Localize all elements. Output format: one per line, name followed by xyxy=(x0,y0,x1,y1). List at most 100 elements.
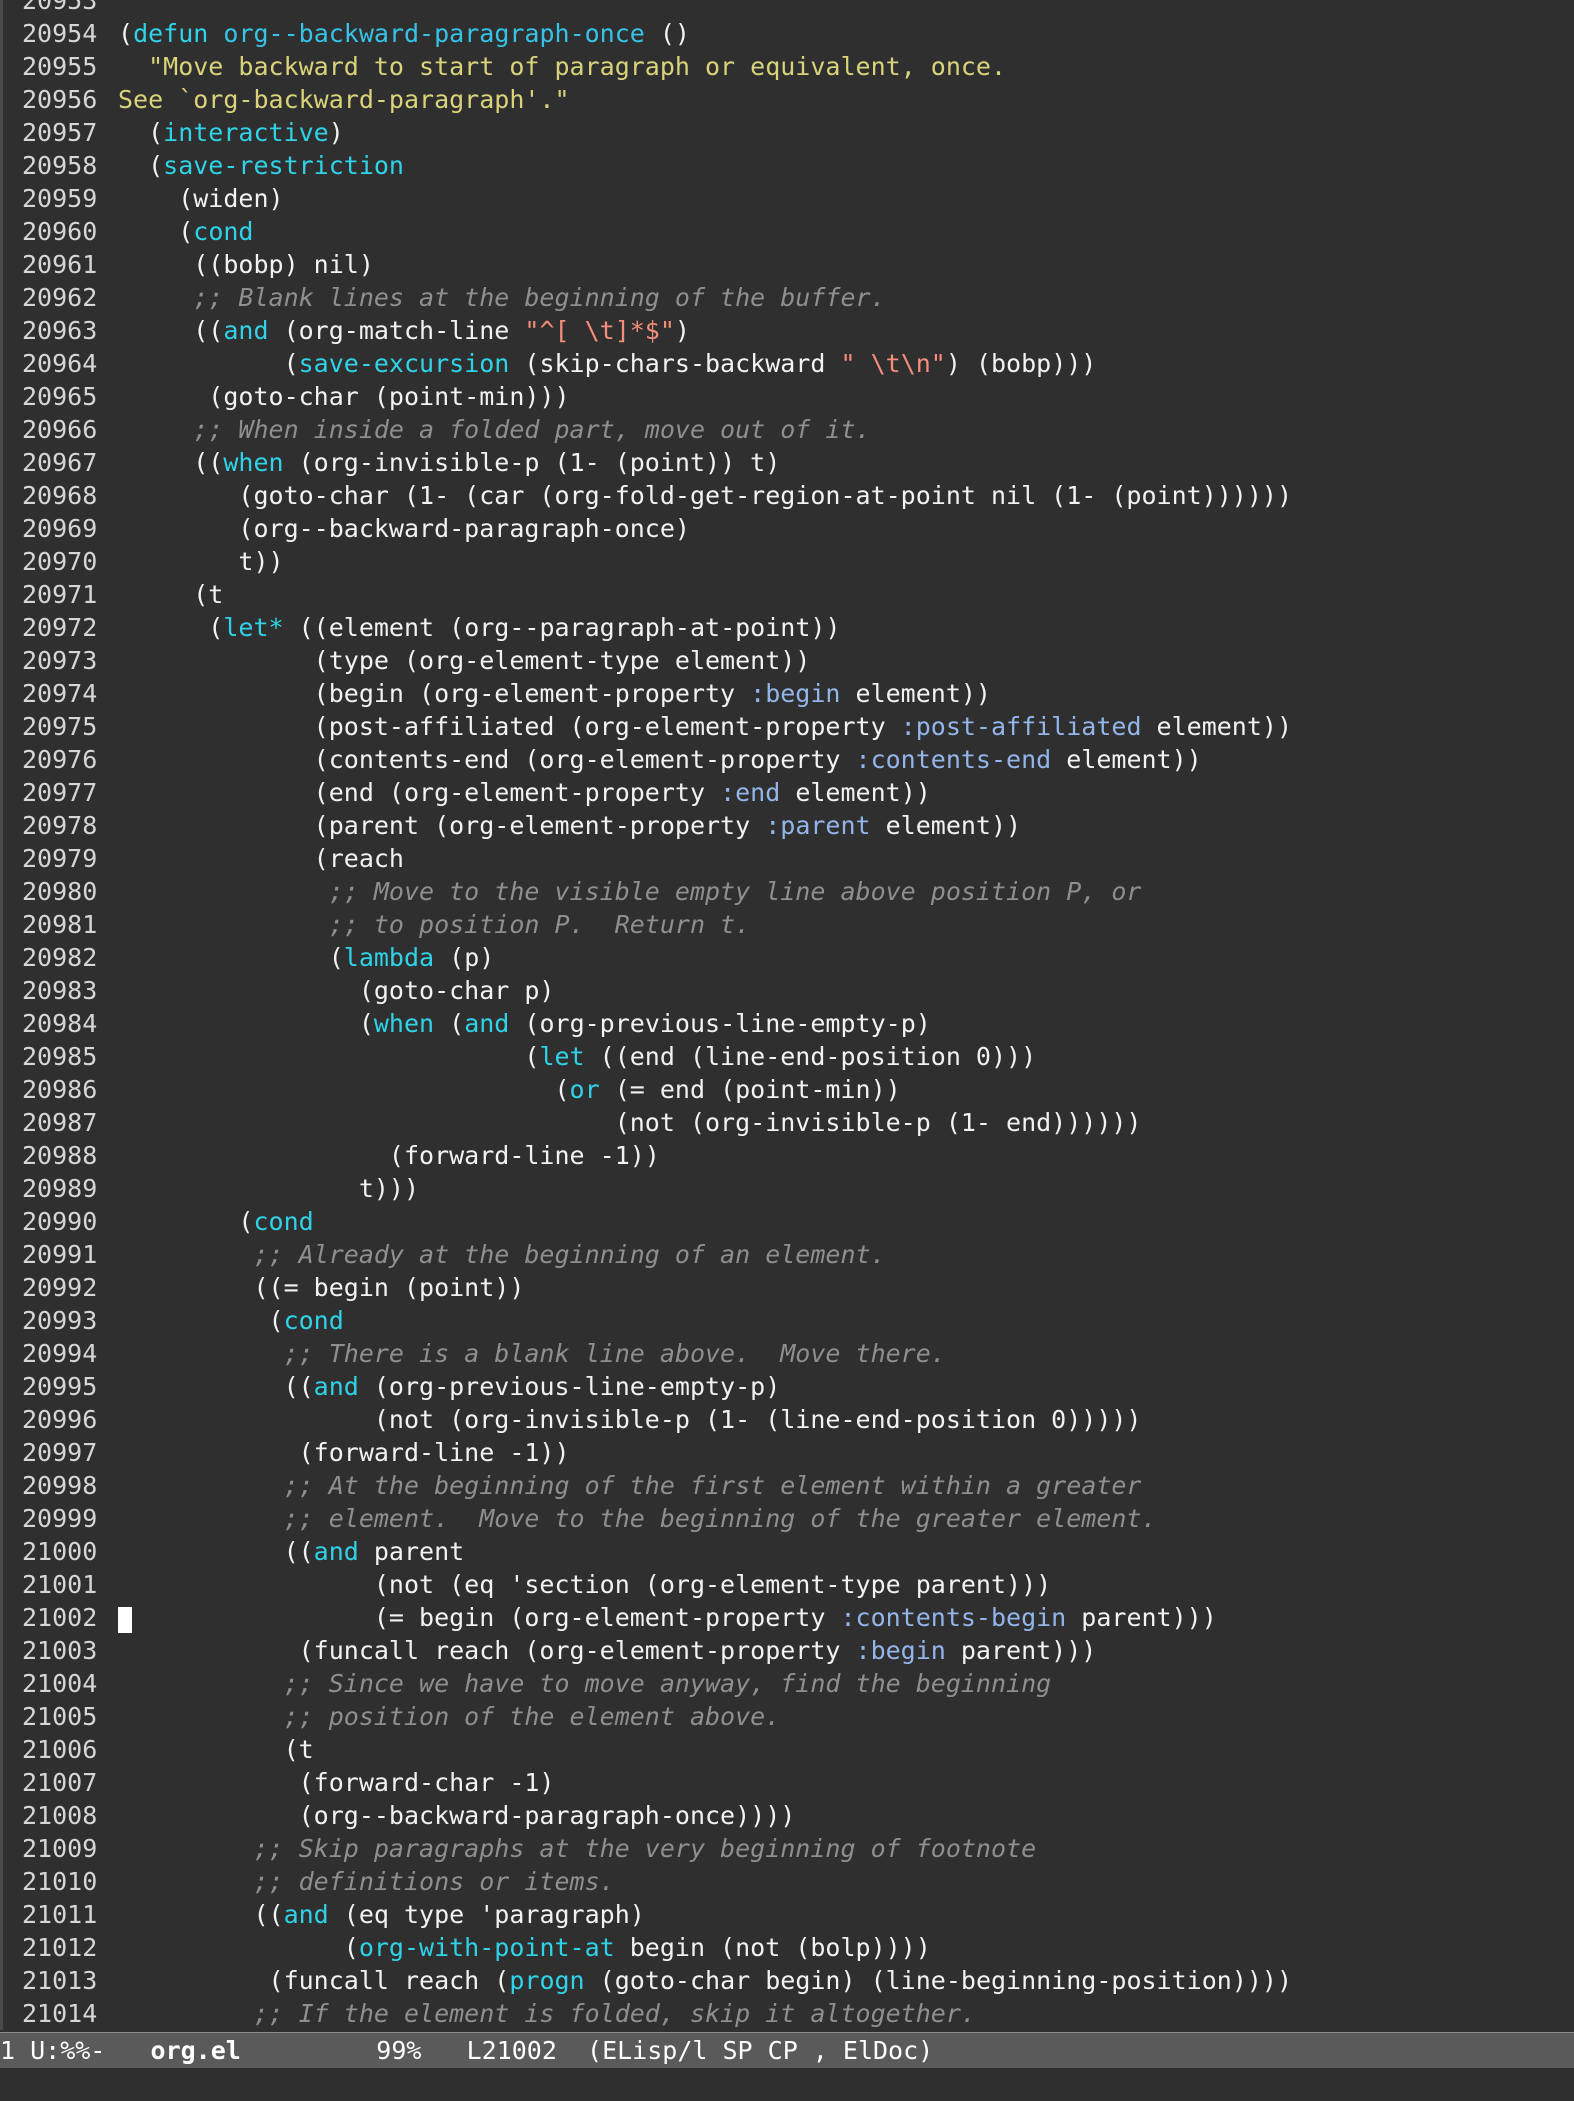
code-line[interactable]: 20986 (or (= end (point-min)) xyxy=(0,1073,1574,1106)
code-editor[interactable]: 20953 20954 (defun org--backward-paragraph… xyxy=(0,0,1574,2030)
code-line[interactable]: 20979 (reach xyxy=(0,842,1574,875)
code-line[interactable]: 21011 ((and (eq type 'paragraph) xyxy=(0,1898,1574,1931)
line-number: 21002 xyxy=(22,1603,98,1632)
code-line[interactable]: 20981 ;; to position P. Return t. xyxy=(0,908,1574,941)
code-line[interactable]: 20998 ;; At the beginning of the first e… xyxy=(0,1469,1574,1502)
code-token: ( xyxy=(118,613,224,642)
code-line[interactable]: 20953 xyxy=(0,0,1574,17)
code-line[interactable]: 20987 (not (org-invisible-p (1- end)))))… xyxy=(0,1106,1574,1139)
code-line[interactable]: 20965 (goto-char (point-min))) xyxy=(0,380,1574,413)
code-line[interactable]: 20954 (defun org--backward-paragraph-once… xyxy=(0,17,1574,50)
code-token: t))) xyxy=(118,1174,420,1203)
line-number: 21011 xyxy=(22,1900,98,1929)
code-token: (forward-line -1)) xyxy=(118,1141,660,1170)
code-line[interactable]: 20958 (save-restriction xyxy=(0,149,1574,182)
code-line[interactable]: 20997 (forward-line -1)) xyxy=(0,1436,1574,1469)
line-number: 20986 xyxy=(22,1075,98,1104)
code-line[interactable]: 20975 (post-affiliated (org-element-prop… xyxy=(0,710,1574,743)
code-token: :begin xyxy=(750,679,841,708)
line-code: See `org-backward-paragraph'." xyxy=(118,83,570,116)
code-line[interactable]: 20968 (goto-char (1- (car (org-fold-get-… xyxy=(0,479,1574,512)
code-line[interactable]: 21000 ((and parent xyxy=(0,1535,1574,1568)
code-line[interactable]: 20990 (cond xyxy=(0,1205,1574,1238)
code-line[interactable]: 21006 (t xyxy=(0,1733,1574,1766)
line-code: (reach xyxy=(118,842,404,875)
code-line[interactable]: 21012 (org-with-point-at begin (not (bol… xyxy=(0,1931,1574,1964)
code-line[interactable]: 20980 ;; Move to the visible empty line … xyxy=(0,875,1574,908)
code-line[interactable]: 20960 (cond xyxy=(0,215,1574,248)
code-token: "^[ \t]*$" xyxy=(524,316,675,345)
line-number: 20968 xyxy=(22,481,98,510)
code-token: element)) xyxy=(1051,745,1202,774)
code-line[interactable]: 20959 (widen) xyxy=(0,182,1574,215)
code-token: when xyxy=(373,1009,435,1038)
code-line[interactable]: 20957 (interactive) xyxy=(0,116,1574,149)
code-line[interactable]: 21005 ;; position of the element above. xyxy=(0,1700,1574,1733)
code-line[interactable]: 21002 (= begin (org-element-property :co… xyxy=(0,1601,1574,1634)
code-token: ;; There is a blank line above. Move the… xyxy=(118,1339,946,1368)
code-line[interactable]: 20967 ((when (org-invisible-p (1- (point… xyxy=(0,446,1574,479)
code-line[interactable]: 20989 t))) xyxy=(0,1172,1574,1205)
code-token: ( xyxy=(118,217,194,246)
code-token: (post-affiliated (org-element-property xyxy=(118,712,901,741)
code-line[interactable]: 21008 (org--backward-paragraph-once)))) xyxy=(0,1799,1574,1832)
code-line[interactable]: 20976 (contents-end (org-element-propert… xyxy=(0,743,1574,776)
code-line[interactable]: 20991 ;; Already at the beginning of an … xyxy=(0,1238,1574,1271)
code-line[interactable]: 20996 (not (org-invisible-p (1- (line-en… xyxy=(0,1403,1574,1436)
code-line[interactable]: 21010 ;; definitions or items. xyxy=(0,1865,1574,1898)
code-line[interactable]: 21013 (funcall reach (progn (goto-char b… xyxy=(0,1964,1574,1997)
code-line[interactable]: 20961 ((bobp) nil) xyxy=(0,248,1574,281)
line-code: t))) xyxy=(118,1172,419,1205)
code-line[interactable]: 21001 (not (eq 'section (org-element-typ… xyxy=(0,1568,1574,1601)
code-line[interactable]: 20963 ((and (org-match-line "^[ \t]*$") xyxy=(0,314,1574,347)
line-number: 20982 xyxy=(22,943,98,972)
code-line[interactable]: 20988 (forward-line -1)) xyxy=(0,1139,1574,1172)
code-line[interactable]: 20995 ((and (org-previous-line-empty-p) xyxy=(0,1370,1574,1403)
code-line[interactable]: 20955 "Move backward to start of paragra… xyxy=(0,50,1574,83)
code-line[interactable]: 20973 (type (org-element-type element)) xyxy=(0,644,1574,677)
code-line[interactable]: 21004 ;; Since we have to move anyway, f… xyxy=(0,1667,1574,1700)
line-number: 20955 xyxy=(22,52,98,81)
code-token: :end xyxy=(720,778,781,807)
code-line[interactable]: 20984 (when (and (org-previous-line-empt… xyxy=(0,1007,1574,1040)
code-line[interactable]: 20966 ;; When inside a folded part, move… xyxy=(0,413,1574,446)
code-line[interactable]: 20972 (let* ((element (org--paragraph-at… xyxy=(0,611,1574,644)
code-line[interactable]: 20992 ((= begin (point)) xyxy=(0,1271,1574,1304)
code-line[interactable]: 20999 ;; element. Move to the beginning … xyxy=(0,1502,1574,1535)
modeline-modes[interactable]: (ELisp/l SP CP , ElDoc) xyxy=(557,2036,933,2065)
code-token: (reach xyxy=(118,844,404,873)
code-line[interactable]: 21003 (funcall reach (org-element-proper… xyxy=(0,1634,1574,1667)
code-line[interactable]: 20983 (goto-char p) xyxy=(0,974,1574,1007)
code-token: ;; Blank lines at the beginning of the b… xyxy=(118,283,886,312)
code-line[interactable]: 20962 ;; Blank lines at the beginning of… xyxy=(0,281,1574,314)
line-number: 20959 xyxy=(22,184,98,213)
code-line[interactable]: 20956 See `org-backward-paragraph'." xyxy=(0,83,1574,116)
code-token: element)) xyxy=(840,679,991,708)
code-line[interactable]: 21014 ;; If the element is folded, skip … xyxy=(0,1997,1574,2030)
code-line[interactable]: 20978 (parent (org-element-property :par… xyxy=(0,809,1574,842)
code-token: ( xyxy=(118,1009,374,1038)
code-line[interactable]: 21009 ;; Skip paragraphs at the very beg… xyxy=(0,1832,1574,1865)
code-token: (goto-char (point-min))) xyxy=(118,382,570,411)
code-line[interactable]: 20971 (t xyxy=(0,578,1574,611)
code-token: let xyxy=(539,1042,585,1071)
code-token: element)) xyxy=(870,811,1022,840)
line-code: (end (org-element-property :end element)… xyxy=(118,776,931,809)
echo-area[interactable] xyxy=(0,2068,1574,2101)
code-line[interactable]: 20993 (cond xyxy=(0,1304,1574,1337)
code-line[interactable]: 20969 (org--backward-paragraph-once) xyxy=(0,512,1574,545)
line-number: 20958 xyxy=(22,151,98,180)
line-code: ;; Skip paragraphs at the very beginning… xyxy=(118,1832,1036,1865)
code-token: :contents-end xyxy=(855,745,1052,774)
code-line[interactable]: 20974 (begin (org-element-property :begi… xyxy=(0,677,1574,710)
code-line[interactable]: 20985 (let ((end (line-end-position 0))) xyxy=(0,1040,1574,1073)
code-line[interactable]: 20982 (lambda (p) xyxy=(0,941,1574,974)
code-line[interactable]: 20977 (end (org-element-property :end el… xyxy=(0,776,1574,809)
line-number: 20983 xyxy=(22,976,98,1005)
code-line[interactable]: 21007 (forward-char -1) xyxy=(0,1766,1574,1799)
code-line[interactable]: 20994 ;; There is a blank line above. Mo… xyxy=(0,1337,1574,1370)
modeline-buffer-name[interactable]: org.el xyxy=(151,2036,241,2065)
code-line[interactable]: 20970 t)) xyxy=(0,545,1574,578)
line-code: (save-restriction xyxy=(118,149,404,182)
code-line[interactable]: 20964 (save-excursion (skip-chars-backwa… xyxy=(0,347,1574,380)
